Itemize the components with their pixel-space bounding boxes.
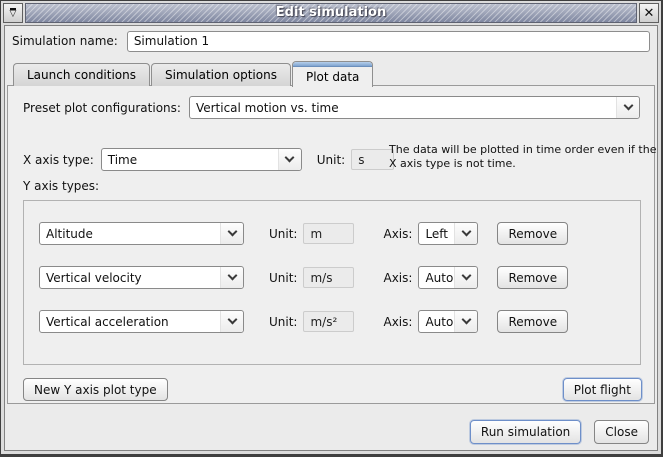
chevron-down-icon xyxy=(220,267,243,288)
preset-config-value: Vertical motion vs. time xyxy=(190,97,616,118)
y-type-value: Vertical velocity xyxy=(40,267,220,288)
unit-value-field: m/s xyxy=(303,267,354,288)
y-type-select[interactable]: Altitude xyxy=(39,222,244,245)
tab-label: Plot data xyxy=(306,70,359,84)
x-axis-row: X axis type: Time Unit: s xyxy=(23,148,394,171)
plot-flight-button[interactable]: Plot flight xyxy=(563,378,642,401)
x-unit-label: Unit: xyxy=(317,153,345,167)
tab-plot-data[interactable]: Plot data xyxy=(292,61,373,87)
simulation-name-input[interactable] xyxy=(127,31,650,52)
tab-simulation-options[interactable]: Simulation options xyxy=(151,63,291,86)
x-axis-type-label: X axis type: xyxy=(23,153,94,167)
dialog-footer: Run simulation Close xyxy=(470,420,649,444)
close-window-button[interactable]: ✕ xyxy=(639,3,659,23)
y-axis-row-1: Altitude Unit: m Axis: Left Remove xyxy=(39,222,640,245)
remove-button[interactable]: Remove xyxy=(497,222,568,245)
x-axis-type-select[interactable]: Time xyxy=(101,148,302,171)
axis-label: Axis: xyxy=(383,227,412,241)
unit-label: Unit: xyxy=(269,315,297,329)
unit-label: Unit: xyxy=(269,271,297,285)
window-title: Edit simulation xyxy=(26,5,636,20)
unit-value-field: m xyxy=(303,223,354,244)
y-axis-types-label: Y axis types: xyxy=(23,179,99,193)
chevron-down-icon xyxy=(454,267,477,288)
title-bar-stripes: Edit simulation xyxy=(25,3,637,23)
tab-label: Launch conditions xyxy=(27,68,136,82)
axis-label: Axis: xyxy=(383,271,412,285)
axis-label: Axis: xyxy=(383,315,412,329)
edit-simulation-dialog: ▽ Edit simulation ✕ Simulation name: Lau… xyxy=(0,0,663,457)
chevron-down-icon xyxy=(220,223,243,244)
chevron-down-icon xyxy=(454,311,477,332)
x-axis-type-value: Time xyxy=(102,149,278,170)
y-type-value: Altitude xyxy=(40,223,220,244)
window-menu-icon: ▽ xyxy=(10,8,17,18)
chevron-down-icon xyxy=(616,97,639,118)
y-axis-types-group: Altitude Unit: m Axis: Left Remove Verti… xyxy=(23,200,641,365)
axis-select[interactable]: Auto xyxy=(418,310,478,333)
close-button[interactable]: Close xyxy=(594,420,649,444)
y-type-select[interactable]: Vertical velocity xyxy=(39,266,244,289)
preset-config-row: Preset plot configurations: Vertical mot… xyxy=(23,96,640,119)
tab-label: Simulation options xyxy=(165,68,277,82)
axis-value: Auto xyxy=(419,267,454,288)
axis-select[interactable]: Auto xyxy=(418,266,478,289)
time-order-note: The data will be plotted in time order e… xyxy=(389,143,661,171)
axis-select[interactable]: Left xyxy=(418,222,478,245)
tab-launch-conditions[interactable]: Launch conditions xyxy=(13,63,150,86)
window-menu-button[interactable]: ▽ xyxy=(3,3,23,23)
run-simulation-button[interactable]: Run simulation xyxy=(470,420,581,444)
y-axis-row-3: Vertical acceleration Unit: m/s² Axis: A… xyxy=(39,310,640,333)
close-icon: ✕ xyxy=(644,7,655,20)
simulation-name-label: Simulation name: xyxy=(12,34,118,48)
y-type-select[interactable]: Vertical acceleration xyxy=(39,310,244,333)
y-axis-row-2: Vertical velocity Unit: m/s Axis: Auto R… xyxy=(39,266,640,289)
chevron-down-icon xyxy=(220,311,243,332)
y-type-value: Vertical acceleration xyxy=(40,311,220,332)
preset-config-select[interactable]: Vertical motion vs. time xyxy=(189,96,640,119)
selected-tab-accent xyxy=(293,62,372,67)
chevron-down-icon xyxy=(278,149,301,170)
new-y-axis-plot-type-button[interactable]: New Y axis plot type xyxy=(23,378,168,401)
unit-label: Unit: xyxy=(269,227,297,241)
unit-value-field: m/s² xyxy=(303,311,354,332)
simulation-name-row: Simulation name: xyxy=(12,30,650,52)
remove-button[interactable]: Remove xyxy=(497,266,568,289)
title-bar[interactable]: ▽ Edit simulation ✕ xyxy=(3,3,659,23)
axis-value: Auto xyxy=(419,311,454,332)
remove-button[interactable]: Remove xyxy=(497,310,568,333)
x-unit-value-field: s xyxy=(351,149,394,170)
plot-data-panel: Preset plot configurations: Vertical mot… xyxy=(7,85,655,404)
axis-value: Left xyxy=(419,223,454,244)
dialog-content: Simulation name: Launch conditions Simul… xyxy=(4,25,658,451)
tab-bar: Launch conditions Simulation options Plo… xyxy=(13,60,374,86)
chevron-down-icon xyxy=(454,223,477,244)
preset-config-label: Preset plot configurations: xyxy=(23,101,181,115)
